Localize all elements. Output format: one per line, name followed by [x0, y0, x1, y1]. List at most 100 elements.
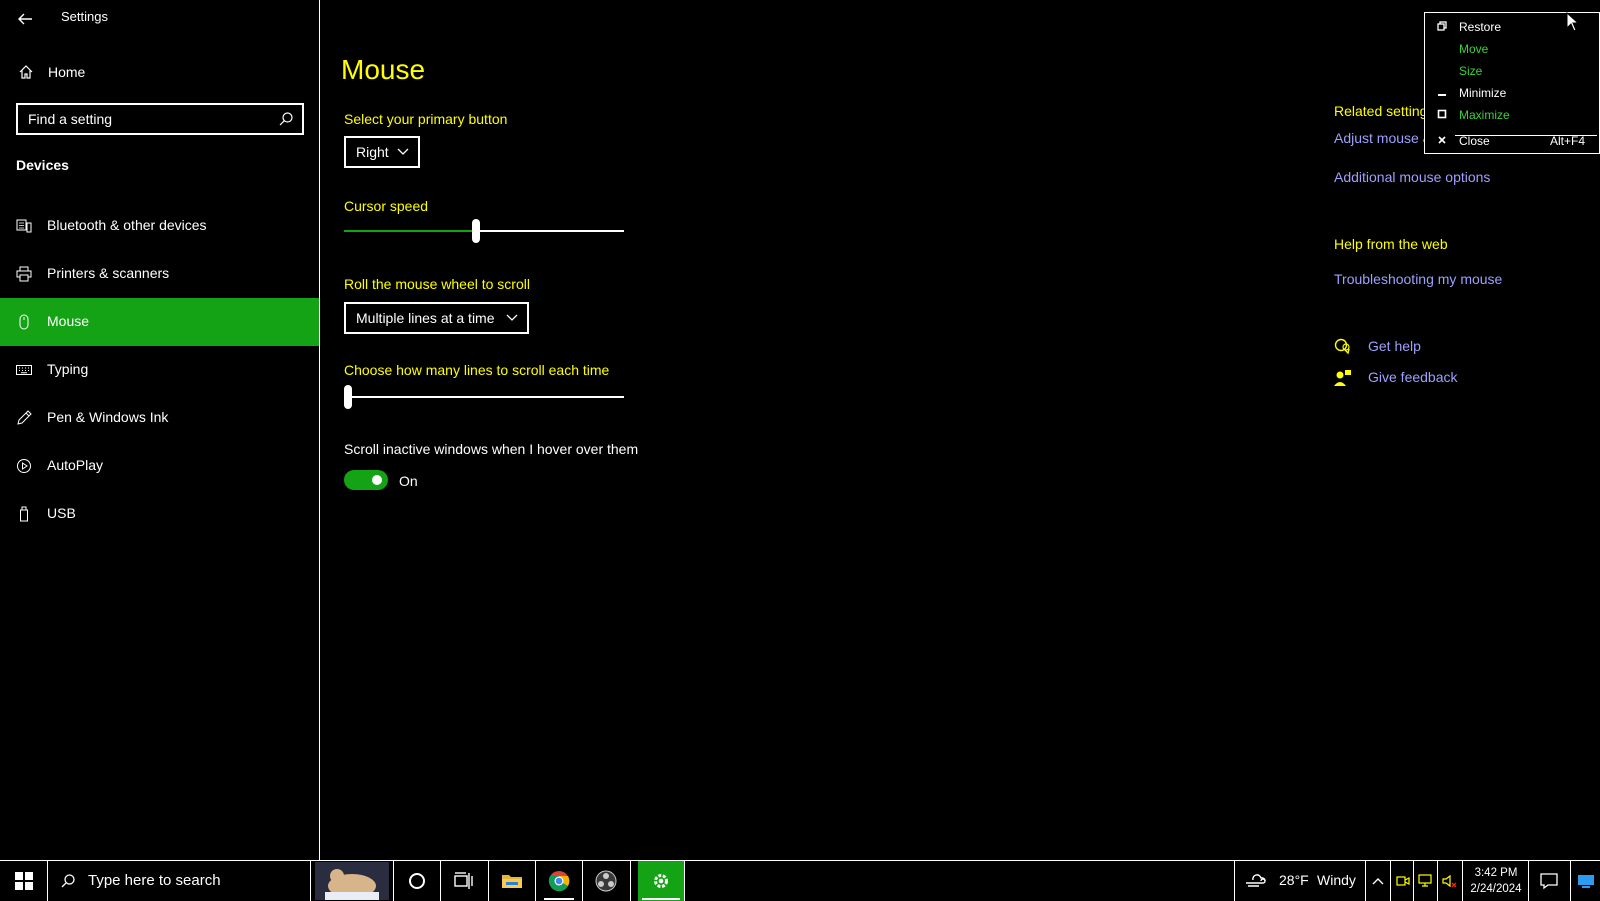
- menu-item-move[interactable]: Move: [1425, 39, 1599, 59]
- settings-app-button[interactable]: [638, 861, 684, 901]
- file-explorer-button[interactable]: [489, 861, 535, 901]
- chrome-icon: [548, 871, 570, 892]
- maximize-icon: [1437, 109, 1447, 119]
- taskbar-search-placeholder: Type here to search: [88, 872, 221, 889]
- related-settings-title: Related settings: [1334, 103, 1424, 119]
- scroll-lines-label: Choose how many lines to scroll each tim…: [344, 362, 610, 378]
- troubleshooting-link[interactable]: Troubleshooting my mouse: [1334, 271, 1502, 287]
- give-feedback-label: Give feedback: [1368, 369, 1458, 385]
- gear-icon: [654, 874, 668, 888]
- weather-temp: 28°F: [1279, 872, 1309, 888]
- toggle-knob: [372, 475, 382, 485]
- cursor-speed-label: Cursor speed: [344, 198, 429, 214]
- chevron-down-icon: [397, 148, 409, 155]
- chrome-button[interactable]: [536, 861, 582, 901]
- additional-mouse-options-link[interactable]: Additional mouse options: [1334, 169, 1490, 185]
- windows-logo-icon: [15, 872, 33, 890]
- bluetooth-devices-icon: [16, 219, 32, 233]
- sidebar-item-mouse[interactable]: Mouse: [0, 298, 319, 346]
- chat-help-icon: [1334, 338, 1350, 355]
- slider-track: [344, 396, 624, 398]
- menu-item-label: Maximize: [1459, 108, 1510, 122]
- primary-button-value: Right: [356, 144, 389, 160]
- taskbar-divider: [630, 861, 631, 901]
- adjust-mouse-link[interactable]: Adjust mouse & cursor size: [1334, 130, 1424, 146]
- taskbar-search-box[interactable]: Type here to search: [47, 861, 311, 901]
- show-desktop-button[interactable]: [1571, 861, 1600, 901]
- scroll-lines-slider[interactable]: [344, 385, 624, 409]
- slider-thumb[interactable]: [472, 219, 480, 243]
- inactive-scroll-toggle[interactable]: [344, 470, 388, 490]
- help-web-title: Help from the web: [1334, 236, 1448, 252]
- menu-item-accelerator: Alt+F4: [1549, 134, 1585, 148]
- close-icon: [1438, 136, 1446, 144]
- slider-thumb[interactable]: [344, 385, 352, 409]
- home-icon: [19, 65, 33, 79]
- obs-button[interactable]: [583, 861, 629, 901]
- sidebar-item-label: Mouse: [47, 313, 90, 329]
- menu-item-close[interactable]: Close Alt+F4: [1425, 131, 1599, 151]
- scroll-mode-value: Multiple lines at a time: [356, 310, 495, 326]
- volume-button[interactable]: [1438, 861, 1462, 901]
- back-button[interactable]: [12, 6, 38, 32]
- sidebar-item-bluetooth[interactable]: Bluetooth & other devices: [0, 202, 319, 250]
- taskbar-clock[interactable]: 3:42 PM 2/24/2024: [1464, 865, 1528, 897]
- menu-item-label: Size: [1459, 64, 1483, 78]
- weather-desc: Windy: [1317, 872, 1356, 888]
- menu-item-size[interactable]: Size: [1425, 61, 1599, 81]
- sidebar-item-typing[interactable]: Typing: [0, 346, 319, 394]
- chevron-down-icon: [506, 314, 518, 321]
- sidebar-item-pen[interactable]: Pen & Windows Ink: [0, 394, 319, 442]
- network-button[interactable]: [1414, 861, 1438, 901]
- sidebar-item-home[interactable]: Home: [0, 58, 319, 88]
- sidebar-item-autoplay[interactable]: AutoPlay: [0, 442, 319, 490]
- usb-icon: [20, 506, 28, 522]
- back-arrow-icon: [18, 13, 32, 25]
- show-hidden-icons-button[interactable]: [1366, 861, 1390, 901]
- sidebar-item-label: Home: [48, 64, 86, 80]
- network-icon: [1418, 874, 1432, 887]
- primary-button-label: Select your primary button: [344, 111, 508, 127]
- webcam-icon: [1396, 876, 1410, 886]
- menu-item-label: Minimize: [1459, 86, 1507, 100]
- sidebar-item-label: Bluetooth & other devices: [47, 217, 207, 233]
- sidebar-item-label: Typing: [47, 361, 89, 377]
- folder-icon: [502, 875, 522, 888]
- sidebar-item-label: USB: [47, 505, 76, 521]
- settings-sidebar: Settings Home Devices Bluetooth & other …: [0, 0, 320, 860]
- menu-item-label: Move: [1459, 42, 1489, 56]
- taskbar-divider: [684, 861, 685, 901]
- cortana-icon: [409, 873, 425, 889]
- cortana-button[interactable]: [394, 861, 440, 901]
- sidebar-item-usb[interactable]: USB: [0, 490, 319, 538]
- menu-item-label: Restore: [1459, 20, 1502, 34]
- restore-icon: [1437, 21, 1447, 31]
- sidebar-item-label: Printers & scanners: [47, 265, 170, 281]
- settings-search-input[interactable]: [26, 109, 266, 129]
- tray-meeting-button[interactable]: [1391, 861, 1415, 901]
- menu-item-maximize[interactable]: Maximize: [1425, 105, 1599, 125]
- start-button[interactable]: [0, 861, 46, 901]
- taskbar: Type here to search 28°F Windy 3:42 PM 2…: [0, 860, 1600, 901]
- sidebar-item-printers[interactable]: Printers & scanners: [0, 250, 319, 298]
- settings-search-box[interactable]: [16, 103, 304, 135]
- primary-button-dropdown[interactable]: Right: [344, 136, 420, 168]
- desktop-icon: [1578, 875, 1594, 888]
- task-view-button[interactable]: [441, 861, 487, 901]
- cursor-speed-slider[interactable]: [344, 219, 624, 243]
- app-title: Settings: [61, 9, 108, 24]
- obs-icon: [595, 870, 617, 892]
- action-center-button[interactable]: [1529, 861, 1569, 901]
- clock-time: 3:42 PM: [1474, 867, 1518, 879]
- wind-weather-icon: [1246, 874, 1266, 887]
- menu-item-minimize[interactable]: Minimize: [1425, 83, 1599, 103]
- section-title-devices: Devices: [16, 157, 69, 173]
- clock-date: 2/24/2024: [1470, 883, 1522, 895]
- weather-widget[interactable]: 28°F Windy: [1235, 861, 1365, 901]
- scroll-mode-dropdown[interactable]: Multiple lines at a time: [344, 302, 529, 334]
- slider-fill: [344, 230, 472, 232]
- task-view-icon: [454, 872, 473, 889]
- window-context-menu: Restore Move Size Minimize Maximize Clos…: [1424, 12, 1600, 154]
- search-highlight-image[interactable]: [314, 861, 390, 901]
- search-icon[interactable]: [278, 111, 294, 127]
